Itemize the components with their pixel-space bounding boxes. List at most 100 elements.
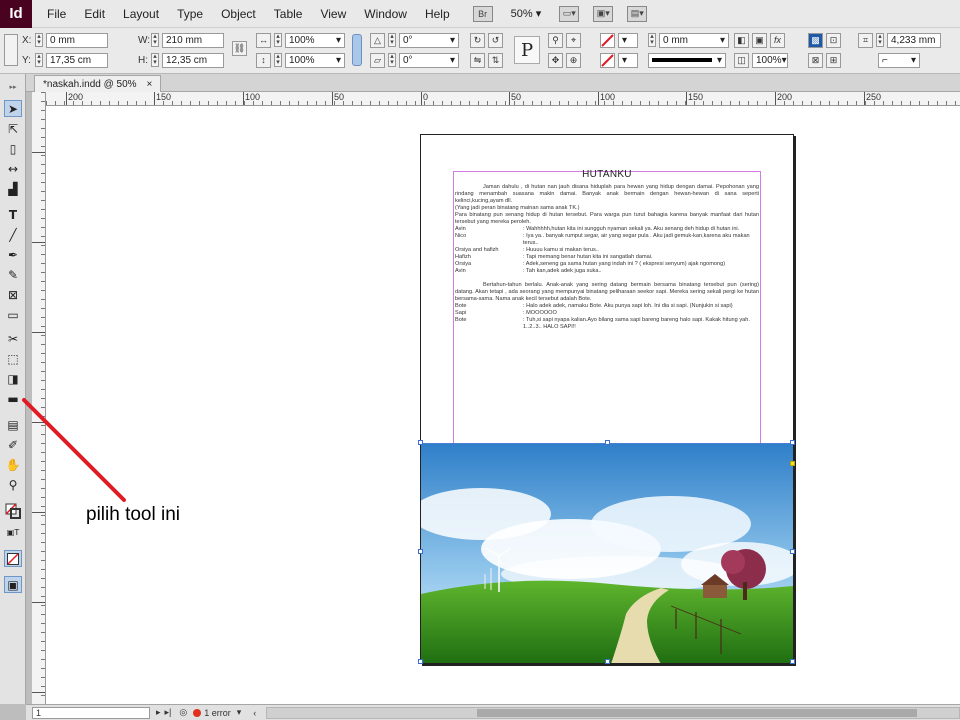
select-content-icon[interactable]: ⌖: [566, 32, 581, 48]
shear-angle-field[interactable]: 0° ▾: [399, 52, 459, 68]
error-count[interactable]: 1 error: [204, 708, 231, 718]
stroke-weight-field[interactable]: 0 mm ▾: [659, 32, 729, 48]
pasteboard[interactable]: HUTANKU Jaman dahulu , di hutan nan jauh…: [46, 106, 960, 706]
gradient-swatch-tool-icon[interactable]: ◨: [4, 370, 22, 387]
scissors-tool-icon[interactable]: ✂: [4, 330, 22, 347]
menu-type[interactable]: Type: [168, 7, 212, 21]
eyedropper-tool-icon[interactable]: ✐: [4, 436, 22, 453]
gap-spinner[interactable]: ▴ ▾: [876, 33, 884, 47]
screen-mode-icon[interactable]: ▣▾: [593, 5, 614, 22]
stroke-type-dropdown[interactable]: ▾: [648, 52, 726, 68]
page-number-field[interactable]: 1: [32, 706, 150, 719]
tab-document[interactable]: *naskah.indd @ 50% ×: [34, 75, 162, 92]
gradient-feather-tool-icon[interactable]: ▬: [4, 390, 22, 407]
rotate-cw-icon[interactable]: ↻: [470, 32, 485, 48]
opacity-field[interactable]: 100% ▾: [752, 52, 788, 68]
formatting-affects-icon[interactable]: ▣T: [4, 524, 22, 541]
menu-view[interactable]: View: [311, 7, 355, 21]
fill-stroke-swatch-icon[interactable]: [4, 502, 22, 519]
menu-help[interactable]: Help: [416, 7, 459, 21]
apply-none-icon[interactable]: [4, 550, 22, 567]
drop-shadow-icon[interactable]: ◧: [734, 32, 749, 48]
selection-handle[interactable]: [605, 440, 610, 445]
y-field[interactable]: 17,35 cm: [46, 52, 108, 68]
flip-v-icon[interactable]: ⇅: [488, 52, 503, 68]
horizontal-scrollbar[interactable]: [266, 706, 960, 719]
hand-tool-icon[interactable]: ✋: [4, 456, 22, 473]
direct-selection-tool-icon[interactable]: ⇱: [4, 120, 22, 137]
preflight-icon[interactable]: ◎: [179, 707, 187, 718]
constrain-scale-chain-icon[interactable]: [352, 34, 362, 66]
menu-table[interactable]: Table: [265, 7, 312, 21]
vertical-ruler[interactable]: [32, 92, 46, 706]
rectangle-tool-icon[interactable]: ▭: [4, 306, 22, 323]
h-spinner[interactable]: ▴ ▾: [151, 53, 159, 67]
corner-shape-dropdown[interactable]: ⌐ ▾: [878, 52, 920, 68]
note-tool-icon[interactable]: ▤: [4, 416, 22, 433]
select-prev-icon[interactable]: ✥: [548, 52, 563, 68]
tab-close-icon[interactable]: ×: [147, 79, 153, 90]
preflight-menu-icon[interactable]: ▾: [237, 707, 242, 718]
w-field[interactable]: 210 mm: [162, 32, 224, 48]
toolbox-collapse-icon[interactable]: ▸▸: [4, 78, 22, 95]
stroke-weight-spinner[interactable]: ▴ ▾: [648, 33, 656, 47]
view-options-icon[interactable]: ▭▾: [559, 5, 580, 22]
line-tool-icon[interactable]: ╱: [4, 226, 22, 243]
zoom-level-select[interactable]: 50% ▾: [507, 7, 546, 20]
menu-window[interactable]: Window: [355, 7, 416, 21]
menu-layout[interactable]: Layout: [114, 7, 168, 21]
shear-spinner[interactable]: ▴ ▾: [388, 53, 396, 67]
last-page-icon[interactable]: ▸|: [165, 707, 172, 718]
selection-handle[interactable]: [790, 659, 795, 664]
selection-handle[interactable]: [418, 659, 423, 664]
arrange-documents-icon[interactable]: ▤▾: [627, 5, 648, 22]
scrollbar-thumb[interactable]: [477, 708, 918, 717]
effects-icon[interactable]: ▣: [752, 32, 767, 48]
pen-tool-icon[interactable]: ✒: [4, 246, 22, 263]
fill-swatch-icon[interactable]: [600, 32, 615, 48]
page-tool-icon[interactable]: ▯: [4, 140, 22, 157]
flip-h-icon[interactable]: ⇋: [470, 52, 485, 68]
menu-object[interactable]: Object: [212, 7, 265, 21]
angle-spinner[interactable]: ▴ ▾: [388, 33, 396, 47]
live-corner-handle[interactable]: [790, 461, 795, 466]
zoom-tool-icon[interactable]: ⚲: [4, 476, 22, 493]
menu-edit[interactable]: Edit: [75, 7, 114, 21]
fill-dropdown[interactable]: ▾: [618, 32, 638, 48]
selection-handle[interactable]: [790, 549, 795, 554]
pencil-tool-icon[interactable]: ✎: [4, 266, 22, 283]
content-collector-icon[interactable]: ▟: [4, 180, 22, 197]
constrain-proportions-icon[interactable]: ⛓: [232, 41, 247, 56]
center-content-icon[interactable]: ⊠: [808, 52, 823, 68]
document-page[interactable]: HUTANKU Jaman dahulu , di hutan nan jauh…: [418, 134, 795, 664]
selection-handle[interactable]: [418, 549, 423, 554]
scale-x-spinner[interactable]: ▴ ▾: [274, 33, 282, 47]
h-field[interactable]: 12,35 cm: [162, 52, 224, 68]
screen-mode-tool-icon[interactable]: ▣: [4, 576, 22, 593]
reference-point-icon[interactable]: [4, 34, 18, 66]
frame-fit-icon[interactable]: ▩: [808, 32, 823, 48]
menu-file[interactable]: File: [38, 7, 75, 21]
bridge-icon[interactable]: Br: [472, 5, 493, 22]
landscape-image-frame[interactable]: [421, 443, 793, 663]
type-tool-icon[interactable]: T: [4, 206, 22, 223]
prev-page-icon[interactable]: ▸: [156, 707, 161, 718]
fit-content-icon[interactable]: ⊡: [826, 32, 841, 48]
gap-tool-icon[interactable]: ↔: [4, 160, 22, 177]
stroke-swatch-icon[interactable]: [600, 52, 615, 68]
x-spinner[interactable]: ▴ ▾: [35, 33, 43, 47]
rotation-angle-field[interactable]: 0° ▾: [399, 32, 459, 48]
free-transform-tool-icon[interactable]: ⬚: [4, 350, 22, 367]
horizontal-ruler[interactable]: 200 150 100 50 0 50 100 150 200 250: [46, 92, 960, 106]
x-field[interactable]: 0 mm: [46, 32, 108, 48]
scale-y-field[interactable]: 100% ▾: [285, 52, 345, 68]
rotate-ccw-icon[interactable]: ↺: [488, 32, 503, 48]
selection-handle[interactable]: [605, 659, 610, 664]
fill-frame-icon[interactable]: ⊞: [826, 52, 841, 68]
y-spinner[interactable]: ▴ ▾: [35, 53, 43, 67]
selection-tool-icon[interactable]: ➤: [4, 100, 22, 117]
scale-y-spinner[interactable]: ▴ ▾: [274, 53, 282, 67]
rectangle-frame-tool-icon[interactable]: ⊠: [4, 286, 22, 303]
scale-x-field[interactable]: 100% ▾: [285, 32, 345, 48]
select-next-icon[interactable]: ⊕: [566, 52, 581, 68]
